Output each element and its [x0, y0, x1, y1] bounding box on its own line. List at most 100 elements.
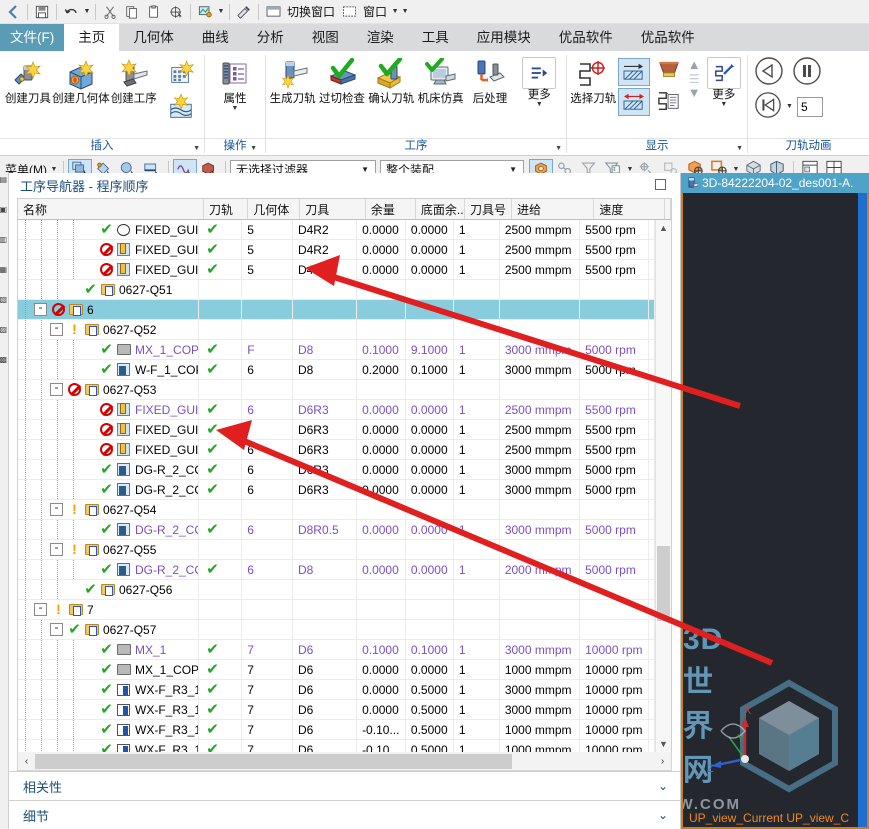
- ribbon-tab-6[interactable]: 渲染: [353, 24, 408, 51]
- ribbon-tab-0[interactable]: 文件(F): [0, 24, 65, 51]
- create-geometry-button[interactable]: 创建几何体: [52, 54, 110, 105]
- switch-window-label[interactable]: 切换窗口: [284, 3, 338, 20]
- ribbon-tab-1[interactable]: 主页: [64, 24, 120, 51]
- table-row[interactable]: - ✔ 0627-Q57: [18, 620, 655, 640]
- column-header-speed[interactable]: 速度: [594, 199, 665, 219]
- table-row[interactable]: ✔DG-R_2_CO...✔6D8R0.50.00000.000013000 m…: [18, 520, 655, 540]
- window-label[interactable]: 窗口: [360, 3, 390, 20]
- table-row[interactable]: -! 0627-Q54: [18, 500, 655, 520]
- table-row[interactable]: ✔DG-R_2_CO...✔6D80.00000.000012000 mmpm5…: [18, 560, 655, 580]
- column-header-desc[interactable]: 挡: [665, 199, 671, 219]
- properties-button[interactable]: 属性 ▼: [208, 54, 262, 113]
- scroll-up-icon[interactable]: ▲: [656, 220, 671, 236]
- create-method-button[interactable]: [160, 54, 202, 93]
- create-tool-button[interactable]: 创建刀具: [2, 54, 54, 105]
- table-row[interactable]: -6: [18, 300, 655, 320]
- menu-dropdown-icon[interactable]: ▼: [49, 166, 59, 173]
- display-more-dropdown-icon[interactable]: ▼: [720, 101, 727, 109]
- table-row[interactable]: - 0627-Q53: [18, 380, 655, 400]
- column-header-toolno[interactable]: 刀具号: [465, 199, 513, 219]
- insert-dialog-launcher-icon[interactable]: ▼: [193, 141, 200, 156]
- column-header-stock[interactable]: 余量: [366, 199, 416, 219]
- move-object-dropdown-icon[interactable]: ▼: [731, 166, 741, 173]
- pause-icon[interactable]: [792, 56, 822, 89]
- table-row[interactable]: ✔ MX_1 ✔ 7 D6 0.1000 0.1000 1 3000 mmpm 10000 rpm: [18, 640, 655, 660]
- cut-icon[interactable]: [99, 1, 121, 22]
- table-row[interactable]: -! 0627-Q52: [18, 320, 655, 340]
- column-header-toolpath[interactable]: 刀轨: [204, 199, 249, 219]
- resource-web-icon[interactable]: ▩: [0, 355, 9, 385]
- table-row[interactable]: ✔DG-R_2_CO...✔6D6R30.00000.000013000 mmp…: [18, 480, 655, 500]
- ribbon-tab-2[interactable]: 几何体: [119, 24, 188, 51]
- column-header-feed[interactable]: 进给: [512, 199, 595, 219]
- display-toolpath-button[interactable]: [617, 58, 650, 86]
- table-row[interactable]: -! 7: [18, 600, 655, 620]
- scroll-track[interactable]: [35, 753, 654, 769]
- move-down-icon[interactable]: ▼: [688, 86, 701, 100]
- gouge-check-button[interactable]: 过切检查: [317, 54, 366, 105]
- ribbon-tab-7[interactable]: 工具: [408, 24, 463, 51]
- ribbon-tab-5[interactable]: 视图: [298, 24, 353, 51]
- step-first-icon[interactable]: [754, 91, 782, 122]
- scroll-right-icon[interactable]: ›: [654, 756, 671, 767]
- table-row[interactable]: FIXED_GUI...✔5D4R20.00000.000012500 mmpm…: [18, 240, 655, 260]
- section-dependencies[interactable]: 相关性 ⌄: [9, 771, 680, 800]
- pen-icon[interactable]: [233, 1, 255, 22]
- verify-toolpath-button[interactable]: 确认刀轨: [367, 54, 416, 105]
- move-up-icon[interactable]: ▲: [688, 58, 701, 72]
- resource-history-icon[interactable]: ▤: [0, 175, 9, 205]
- post-process-button[interactable]: 后处理: [465, 54, 514, 105]
- scroll-down-icon[interactable]: ▼: [656, 736, 671, 752]
- table-row[interactable]: FIXED_GUI...✔6D6R30.00000.000012500 mmpm…: [18, 400, 655, 420]
- table-row[interactable]: FIXED_GUI...✔6D6R30.00000.000012500 mmpm…: [18, 440, 655, 460]
- sketch-app-icon[interactable]: [194, 1, 216, 22]
- table-row[interactable]: ✔ WX-F_R3_1_... ✔ 7D6-0.10...0.500011000 mm…: [18, 720, 655, 740]
- qat-overflow-icon[interactable]: ▼: [400, 8, 410, 15]
- generate-toolpath-button[interactable]: 生成刀轨: [268, 54, 317, 105]
- reverse-toolpath-button[interactable]: [617, 88, 650, 116]
- tree-expander[interactable]: -: [50, 383, 63, 396]
- tree-expander[interactable]: -: [50, 503, 63, 516]
- column-header-tool[interactable]: 刀具: [300, 199, 366, 219]
- properties-dropdown-icon[interactable]: ▼: [232, 105, 239, 113]
- app-dropdown-icon[interactable]: ▼: [216, 8, 226, 15]
- scroll-thumb[interactable]: [657, 546, 670, 621]
- ribbon-tab-10[interactable]: 优品软件: [627, 24, 709, 51]
- column-header-name[interactable]: 名称: [18, 199, 205, 219]
- select-icon[interactable]: [165, 1, 187, 22]
- process-more-button[interactable]: 更多 ▼: [515, 54, 564, 109]
- window-dropdown-icon[interactable]: ▼: [390, 8, 400, 15]
- create-program-button[interactable]: [160, 93, 202, 123]
- tree-expander[interactable]: -: [50, 543, 63, 556]
- column-header-floor[interactable]: 底面余...: [416, 199, 465, 219]
- table-row[interactable]: ✔ WX-F_R3_1 ✔ 7 D6 -0.10 0.5000 1 1000 mmpm 10000…: [18, 740, 655, 752]
- play-back-icon[interactable]: [754, 56, 784, 89]
- resource-palette-icon[interactable]: ▨: [0, 325, 9, 355]
- ribbon-tab-9[interactable]: 优品软件: [545, 24, 627, 51]
- ribbon-tab-3[interactable]: 曲线: [188, 24, 243, 51]
- pin-icon[interactable]: [655, 179, 666, 190]
- table-horizontal-scrollbar[interactable]: ‹ ›: [17, 752, 672, 771]
- section-details[interactable]: 细节 ⌄: [9, 800, 680, 829]
- viewport[interactable]: 3D世界网 WWW.3DSJW.COM X Y Z UP_view_Curren…: [681, 193, 869, 829]
- window-icon[interactable]: [338, 1, 360, 22]
- tree-expander[interactable]: -: [50, 323, 63, 336]
- table-row[interactable]: ✔MX_1_COPY...✔7D60.00000.000011000 mmpm1…: [18, 660, 655, 680]
- copy-icon[interactable]: [121, 1, 143, 22]
- select-toolpath-button[interactable]: 选择刀轨: [569, 54, 618, 105]
- scroll-track[interactable]: [656, 236, 671, 736]
- tool-display-button[interactable]: [652, 58, 686, 86]
- resource-part-icon[interactable]: ▥: [0, 235, 9, 265]
- scroll-left-icon[interactable]: ‹: [18, 756, 35, 767]
- table-row[interactable]: -! 0627-Q55: [18, 540, 655, 560]
- nx-logo-icon[interactable]: [2, 1, 24, 22]
- chevron-down-icon[interactable]: ⌄: [658, 779, 668, 793]
- table-vertical-scrollbar[interactable]: ▲ ▼: [655, 220, 671, 752]
- process-dialog-launcher-icon[interactable]: ▼: [555, 141, 562, 156]
- table-row[interactable]: FIXED_GUI...✔5D4R20.00000.000012500 mmpm…: [18, 260, 655, 280]
- tree-expander[interactable]: -: [34, 603, 47, 616]
- ribbon-tab-8[interactable]: 应用模块: [463, 24, 545, 51]
- create-operation-button[interactable]: 创建工序: [108, 54, 160, 105]
- table-row[interactable]: ✔ MX_1_COPY ✔ FD80.10009.100013000 mmpm5000…: [18, 340, 655, 360]
- chevron-down-icon[interactable]: ⌄: [658, 808, 668, 822]
